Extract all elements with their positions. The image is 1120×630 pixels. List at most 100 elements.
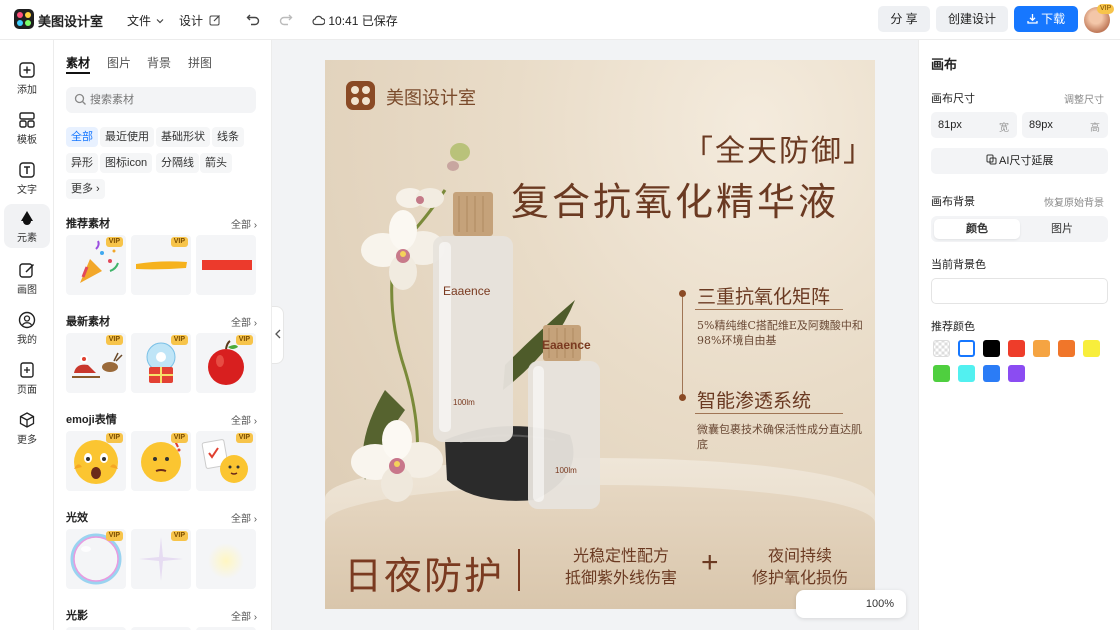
color-swatch[interactable] [958, 365, 975, 382]
design-canvas[interactable]: 美图设计室 「全天防御」 复合抗氧化精华液 Eaaence 100lm Eaae… [325, 60, 875, 609]
asset-tile[interactable]: VIP [131, 529, 191, 589]
chevron-left-icon [274, 329, 280, 339]
poster-bottom-main: 日夜防护 [344, 554, 505, 598]
color-swatch[interactable] [983, 340, 1000, 357]
rail-item-mine[interactable]: 我的 [4, 306, 50, 350]
color-swatch[interactable] [1033, 340, 1050, 357]
color-swatch[interactable] [1083, 340, 1100, 357]
rail-item-template[interactable]: 模板 [4, 106, 50, 150]
chip-dividers[interactable]: 分隔线 [156, 153, 199, 173]
section-all-light-effects[interactable]: 全部 › [231, 510, 257, 525]
asset-tile[interactable]: VIP [131, 235, 191, 295]
asset-tile[interactable]: VIP [66, 235, 126, 295]
color-swatch[interactable] [1008, 340, 1025, 357]
chip-more[interactable]: 更多 › [66, 179, 105, 199]
left-rail: 添加 模板 文字 元素 画图 我的 页面 更多 [0, 40, 54, 630]
chip-irregular[interactable]: 异形 [66, 153, 98, 173]
file-menu[interactable]: 文件 [127, 12, 164, 29]
asset-tile[interactable] [196, 529, 256, 589]
zoom-control[interactable]: 100% [796, 590, 906, 618]
bottle-label-short: Eaaence [542, 338, 591, 352]
app-name[interactable]: 美图设计室 [38, 11, 103, 30]
text-icon [19, 162, 35, 178]
vip-badge: VIP [170, 433, 188, 443]
save-status-text: 10:41 已保存 [328, 14, 398, 28]
color-swatch[interactable] [1008, 365, 1025, 382]
color-swatch[interactable] [933, 365, 950, 382]
section-all-latest[interactable]: 全部 › [231, 314, 257, 329]
undo-icon[interactable] [246, 12, 260, 26]
section-all-recommended[interactable]: 全部 › [231, 216, 257, 231]
feature-bullet [679, 290, 686, 297]
height-field[interactable]: 89px 高 [1022, 112, 1108, 138]
poster-brand: 美图设计室 [386, 88, 476, 109]
app-logo-icon[interactable] [14, 9, 34, 29]
panel-collapse-button[interactable] [272, 306, 284, 364]
design-menu-label: 设计 [179, 14, 204, 28]
chip-icons[interactable]: 图标icon [100, 153, 153, 173]
share-button[interactable]: 分 享 [878, 6, 930, 32]
chip-basic-shapes[interactable]: 基础形状 [156, 127, 210, 147]
active-tab-indicator [66, 72, 90, 74]
chip-lines[interactable]: 线条 [212, 127, 244, 147]
current-bg-color-field[interactable] [931, 278, 1108, 304]
chip-all[interactable]: 全部 [66, 127, 98, 147]
color-swatch[interactable] [1058, 340, 1075, 357]
asset-tile[interactable]: VIP [66, 431, 126, 491]
rail-item-page[interactable]: 页面 [4, 356, 50, 400]
rail-label-draw: 画图 [17, 285, 37, 296]
color-swatch[interactable] [983, 365, 1000, 382]
vip-badge: VIP [105, 237, 123, 247]
asset-tile[interactable]: VIP [131, 431, 191, 491]
asset-tile[interactable]: VIP [196, 333, 256, 393]
rail-item-more[interactable]: 更多 [4, 406, 50, 450]
top-bar: 美图设计室 文件 设计 10:41 已保存 分 享 创建设计 下载 VIP [0, 0, 1120, 40]
download-button[interactable]: 下载 [1014, 6, 1078, 32]
search-box[interactable] [66, 87, 256, 113]
rail-item-elements[interactable]: 元素 [4, 204, 50, 248]
tab-collage[interactable]: 拼图 [188, 54, 212, 71]
ai-extend-button[interactable]: AI尺寸延展 [931, 148, 1108, 174]
tab-materials[interactable]: 素材 [66, 54, 90, 71]
poster-bottom-left-line-2: 抵御紫外线伤害 [564, 568, 677, 587]
seg-image[interactable]: 图片 [1019, 219, 1105, 239]
chip-recent[interactable]: 最近使用 [100, 127, 154, 147]
height-value: 89px [1029, 119, 1053, 131]
restore-bg-link[interactable]: 恢复原始背景 [1044, 194, 1104, 209]
width-value: 81px [938, 119, 962, 131]
save-status: 10:41 已保存 [312, 12, 398, 29]
feature-connector-line [682, 296, 683, 400]
rail-item-draw[interactable]: 画图 [4, 256, 50, 300]
section-all-light-shadow[interactable]: 全部 › [231, 608, 257, 623]
canvas-bg-label: 画布背景 [931, 196, 975, 208]
page-icon [20, 362, 34, 378]
rail-item-text[interactable]: 文字 [4, 156, 50, 200]
search-input[interactable] [90, 92, 240, 108]
poster-bottom-plus: + [701, 546, 719, 579]
rail-item-add[interactable]: 添加 [4, 56, 50, 100]
resize-link[interactable]: 调整尺寸 [1064, 91, 1104, 106]
red-bar-icon [202, 260, 252, 270]
tab-images[interactable]: 图片 [107, 54, 131, 71]
search-icon [74, 93, 86, 105]
feature-rule [695, 309, 843, 310]
create-design-button[interactable]: 创建设计 [936, 6, 1008, 32]
asset-tile[interactable]: VIP [66, 333, 126, 393]
design-menu[interactable]: 设计 [179, 12, 221, 29]
color-swatch[interactable] [933, 340, 950, 357]
asset-tile[interactable]: VIP [196, 431, 256, 491]
seg-color[interactable]: 颜色 [934, 219, 1020, 239]
tab-backgrounds[interactable]: 背景 [147, 54, 171, 71]
redo-icon[interactable] [279, 12, 293, 26]
draw-icon [19, 263, 35, 278]
asset-tile[interactable]: VIP [131, 333, 191, 393]
color-swatch[interactable] [958, 340, 975, 357]
asset-tile[interactable] [196, 235, 256, 295]
vip-badge: VIP [170, 335, 188, 345]
current-bg-label: 当前背景色 [931, 259, 986, 271]
asset-tile[interactable]: VIP [66, 529, 126, 589]
section-all-emoji[interactable]: 全部 › [231, 412, 257, 427]
edit-icon [209, 15, 221, 26]
chip-arrows[interactable]: 箭头 [200, 153, 232, 173]
width-field[interactable]: 81px 宽 [931, 112, 1017, 138]
